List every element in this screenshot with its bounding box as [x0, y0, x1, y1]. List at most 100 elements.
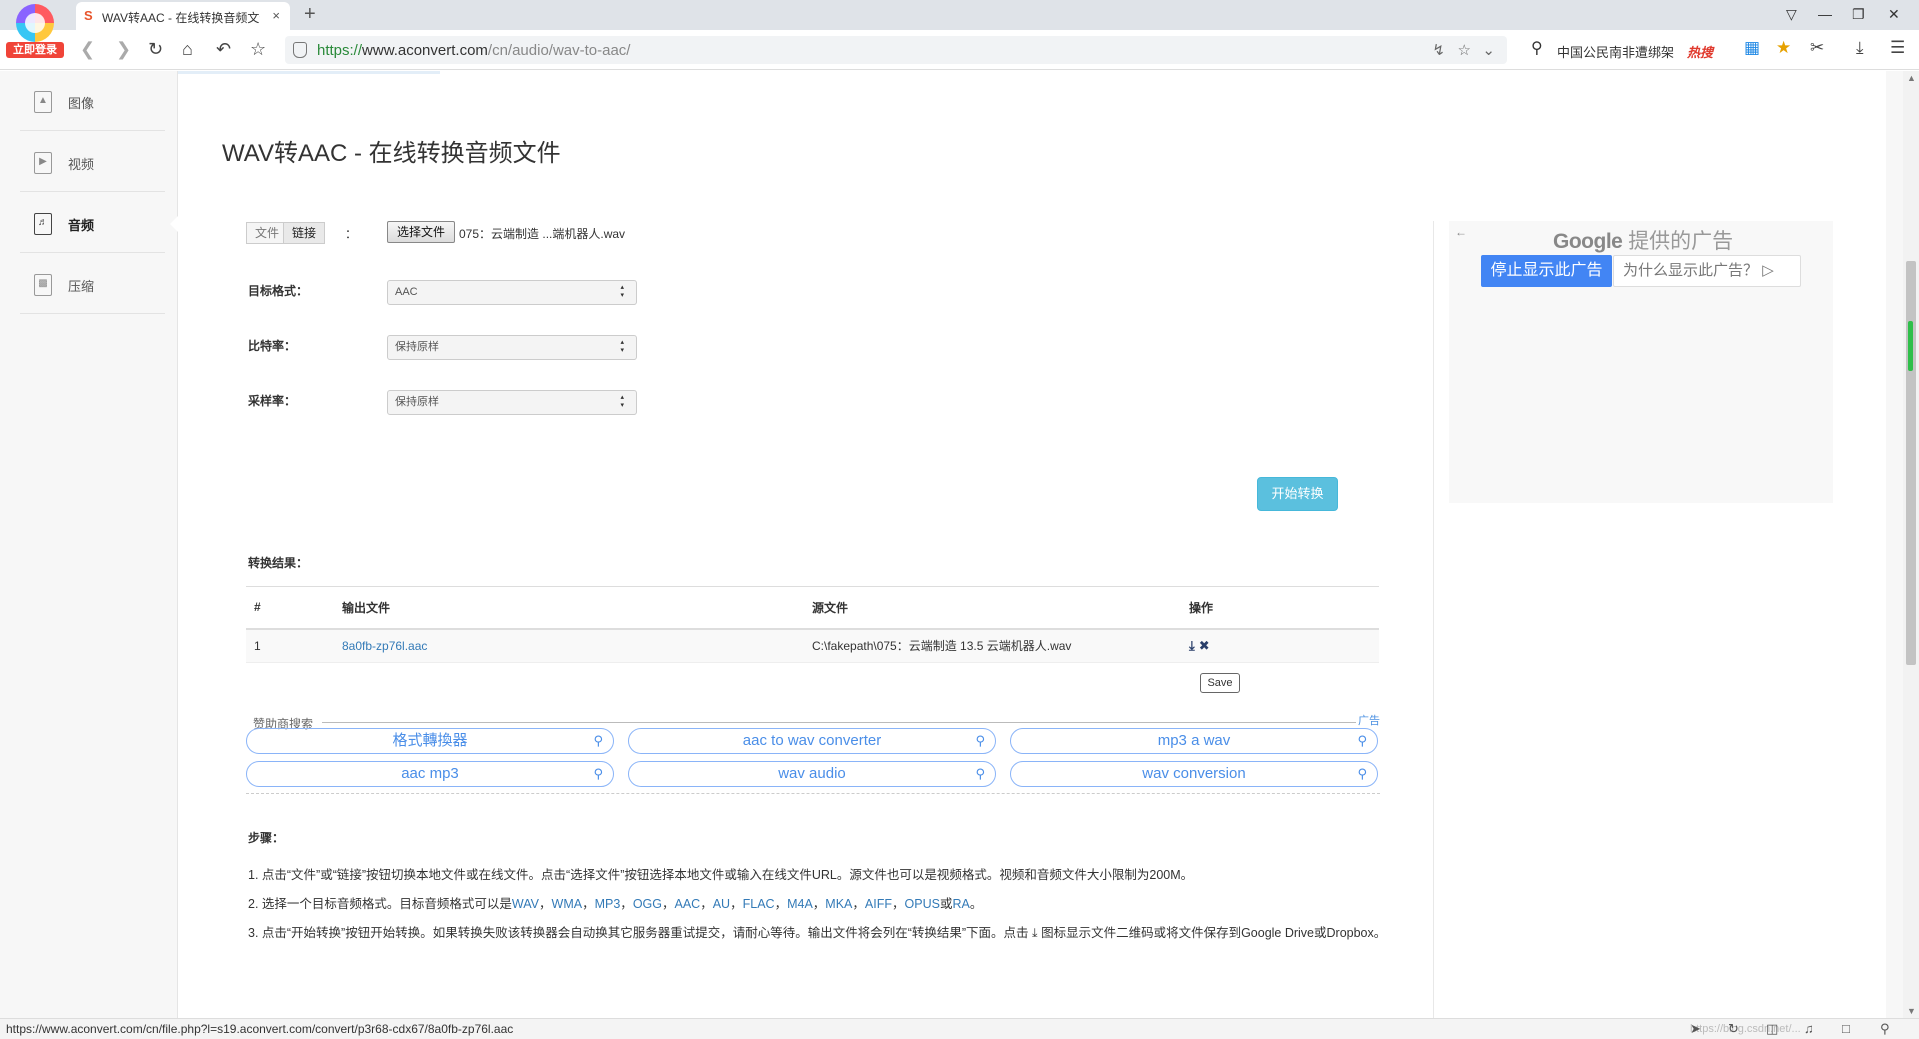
video-icon: ▶: [34, 152, 52, 174]
delete-icon[interactable]: ✖: [1199, 638, 1210, 654]
close-window-button[interactable]: ✕: [1888, 6, 1900, 23]
why-ad-button[interactable]: 为什么显示此广告？ ▷: [1613, 255, 1801, 287]
source-colon: ：: [345, 227, 358, 241]
forward-arrow-icon[interactable]: ❯: [116, 39, 131, 60]
sponsor-search-pill[interactable]: aac to wav converter ⚲: [628, 728, 996, 754]
back-arrow-icon[interactable]: ❮: [80, 39, 95, 60]
search-icon: ⚲: [593, 733, 603, 748]
result-table: # 输出文件 源文件 操作 1 8a0fb-zp76l.aac C:\fakep…: [246, 586, 1379, 663]
sponsor-search-pill[interactable]: mp3 a wav ⚲: [1010, 728, 1378, 754]
sponsor-search-pill[interactable]: wav audio ⚲: [628, 761, 996, 787]
url-protocol: https://: [317, 42, 363, 59]
format-link-aiff[interactable]: AIFF: [865, 897, 892, 911]
format-link-opus[interactable]: OPUS: [905, 897, 940, 911]
hot-search-badge: 热搜: [1687, 45, 1714, 60]
step-2-end: 。: [969, 897, 983, 911]
google-logo: Google: [1553, 230, 1623, 253]
scroll-down-icon[interactable]: ▼: [1907, 1006, 1916, 1016]
url-text[interactable]: https://www.aconvert.com/cn/audio/wav-to…: [317, 42, 630, 59]
lightning-icon[interactable]: ↯: [1432, 41, 1445, 59]
start-convert-button[interactable]: 开始转换: [1257, 477, 1338, 511]
sponsor-search-pill[interactable]: wav conversion ⚲: [1010, 761, 1378, 787]
save-button[interactable]: Save: [1200, 673, 1240, 693]
audio-icon: ♬: [34, 213, 52, 235]
search-box[interactable]: ⚲ 中国公民南非遭绑架 热搜: [1527, 36, 1737, 64]
ad-google-header: Google 提供的广告: [1553, 225, 1733, 255]
trash-icon[interactable]: ◫: [1766, 1021, 1778, 1037]
game-icon[interactable]: ★: [1776, 38, 1791, 58]
choose-file-button[interactable]: 选择文件: [387, 221, 455, 243]
download-icon[interactable]: ⤓: [1189, 638, 1195, 654]
scissors-icon[interactable]: ✂: [1810, 38, 1824, 58]
pill-label: wav audio: [778, 765, 846, 782]
restore-button[interactable]: ❐: [1852, 6, 1865, 23]
zoom-icon[interactable]: ⚲: [1880, 1021, 1890, 1037]
favorites-window-icon[interactable]: ▽: [1786, 6, 1797, 23]
output-file-link[interactable]: 8a0fb-zp76l.aac: [342, 639, 427, 653]
tab-active[interactable]: S WAV转AAC - 在线转换音频文件 ×: [76, 2, 290, 30]
format-link-aac[interactable]: AAC: [675, 897, 701, 911]
format-link-au[interactable]: AU: [713, 897, 730, 911]
row-source: C:\fakepath\075：云端制造 13.5 云端机器人.wav: [804, 628, 1181, 663]
source-link-tab[interactable]: 链接: [283, 222, 326, 244]
archive-icon: ▩: [34, 274, 52, 296]
pill-label: mp3 a wav: [1157, 732, 1231, 749]
undo-close-icon[interactable]: ↶: [216, 39, 231, 60]
new-tab-button[interactable]: +: [304, 3, 316, 26]
speaker-icon[interactable]: ♫: [1804, 1021, 1814, 1036]
samplerate-select[interactable]: 保持原样: [387, 390, 637, 415]
page-title: WAV转AAC - 在线转换音频文件: [222, 140, 561, 167]
source-file-tab[interactable]: 文件: [246, 222, 289, 244]
refresh-icon[interactable]: ↻: [1728, 1021, 1739, 1037]
scroll-up-icon[interactable]: ▲: [1907, 73, 1916, 83]
download-icon[interactable]: ⤓: [1856, 38, 1864, 58]
tab-close-icon[interactable]: ×: [272, 8, 280, 23]
bitrate-select[interactable]: 保持原样: [387, 335, 637, 360]
sponsor-ad-label[interactable]: 广告: [1358, 712, 1380, 728]
sidebar-item-video[interactable]: ▶ 视频: [20, 132, 165, 192]
sponsor-search-pill[interactable]: 格式轉換器 ⚲: [246, 728, 614, 754]
format-link-flac[interactable]: FLAC: [743, 897, 775, 911]
window-icon[interactable]: □: [1842, 1021, 1850, 1036]
column-divider: [1433, 221, 1434, 1018]
format-link-mp3[interactable]: MP3: [595, 897, 621, 911]
apps-grid-icon[interactable]: ▦: [1744, 38, 1760, 58]
reload-icon[interactable]: ↻: [148, 39, 163, 60]
bookmark-star-icon[interactable]: ☆: [250, 39, 266, 60]
pill-label: aac mp3: [401, 765, 459, 782]
top-highlight-bar: [178, 71, 440, 74]
home-icon[interactable]: ⌂: [182, 39, 193, 60]
search-icon[interactable]: ⚲: [1531, 38, 1543, 58]
login-badge[interactable]: 立即登录: [6, 42, 64, 58]
samplerate-label: 采样率：: [248, 394, 297, 408]
stop-ad-button[interactable]: 停止显示此广告: [1481, 255, 1612, 287]
format-link-ra[interactable]: RA: [952, 897, 969, 911]
pill-label: 格式轉換器: [392, 732, 468, 749]
vertical-scrollbar[interactable]: ▲ ▼: [1903, 71, 1919, 1018]
download-icon: ⤓: [1032, 926, 1038, 940]
format-link-wma[interactable]: WMA: [552, 897, 583, 911]
browser-logo[interactable]: 立即登录: [6, 4, 64, 58]
ad-provided-label: 提供的广告: [1628, 230, 1734, 253]
minimize-button[interactable]: —: [1818, 6, 1832, 22]
format-link-ogg[interactable]: OGG: [633, 897, 662, 911]
format-link-mka[interactable]: MKA: [825, 897, 852, 911]
row-index: 1: [246, 628, 334, 663]
format-link-wav[interactable]: WAV: [512, 897, 539, 911]
favorite-star-icon[interactable]: ☆: [1458, 41, 1471, 59]
category-sidebar: ▲ 图像 ▶ 视频 ♬ 音频 ▩ 压缩: [0, 71, 179, 1018]
sidebar-item-image[interactable]: ▲ 图像: [20, 71, 165, 131]
url-bar[interactable]: https://www.aconvert.com/cn/audio/wav-to…: [285, 36, 1507, 64]
sidebar-item-audio[interactable]: ♬ 音频: [20, 193, 179, 253]
back-arrow-icon[interactable]: ←: [1455, 225, 1467, 239]
play-triangle-icon: ▷: [1762, 262, 1774, 279]
table-header-row: # 输出文件 源文件 操作: [246, 586, 1379, 630]
sidebar-item-archive[interactable]: ▩ 压缩: [20, 254, 165, 314]
rocket-icon[interactable]: ➤: [1690, 1021, 1701, 1037]
google-ad-box: ← Google 提供的广告 停止显示此广告 为什么显示此广告？ ▷: [1449, 221, 1833, 503]
menu-icon[interactable]: ☰: [1890, 38, 1905, 58]
target-format-select[interactable]: AAC: [387, 280, 637, 305]
sponsor-search-pill[interactable]: aac mp3 ⚲: [246, 761, 614, 787]
format-link-m4a[interactable]: M4A: [787, 897, 813, 911]
chevron-down-icon[interactable]: ⌄: [1482, 41, 1495, 59]
